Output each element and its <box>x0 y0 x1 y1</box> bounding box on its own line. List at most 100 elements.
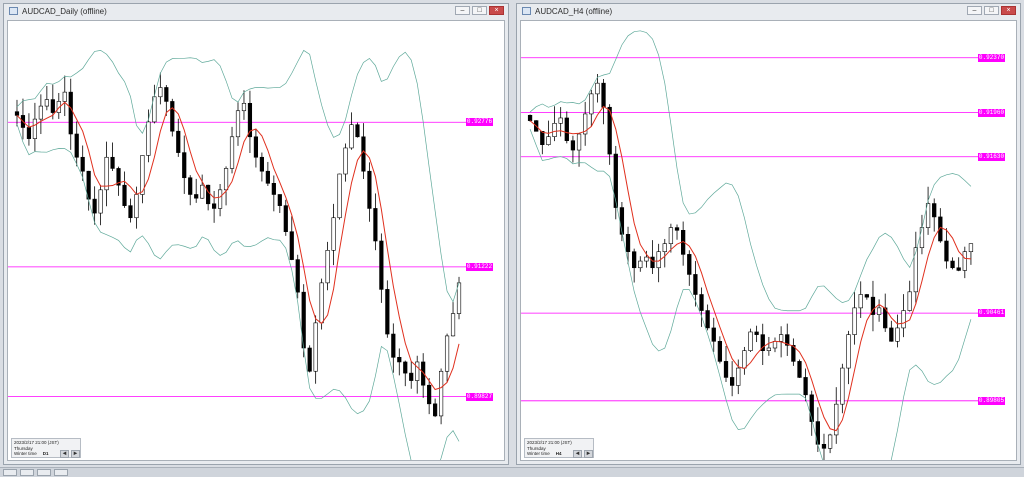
chart-window-h4[interactable]: AUDCAD_H4 (offline) – □ × 2023/2/17 21:0… <box>516 3 1021 465</box>
taskbar-window-icon[interactable] <box>37 469 51 476</box>
chart-window-icon <box>9 7 18 15</box>
mdi-taskbar <box>0 467 1024 477</box>
candle-body <box>564 117 569 141</box>
maximize-button[interactable]: □ <box>984 6 999 15</box>
next-arrow-icon[interactable]: ► <box>71 450 80 458</box>
price-level-label: 0.91960 <box>978 108 1005 117</box>
candle-body <box>355 124 360 138</box>
price-level-label: 0.92370 <box>978 53 1005 62</box>
candle-body <box>693 274 698 295</box>
candle-body <box>552 123 557 137</box>
candle-body <box>235 110 241 138</box>
next-arrow-icon[interactable]: ► <box>584 450 593 458</box>
chart-plot-area[interactable]: 2023/2/17 21:00 (JST) Thursday Winter ti… <box>520 20 1017 461</box>
lower-band-line <box>16 123 460 460</box>
candle-body <box>427 384 432 405</box>
candle-body <box>415 361 420 381</box>
candle-body <box>932 203 937 218</box>
candle-body <box>397 357 402 363</box>
window-title: AUDCAD_H4 (offline) <box>535 6 613 16</box>
candle-body <box>650 256 655 269</box>
prev-arrow-icon[interactable]: ◄ <box>573 450 582 458</box>
info-timeframe: H4 <box>555 451 562 456</box>
candle-body <box>337 173 342 219</box>
candle-body <box>391 333 396 358</box>
candle-body <box>613 153 618 208</box>
close-button[interactable]: × <box>489 6 504 15</box>
candle-body <box>265 170 270 184</box>
window-titlebar[interactable]: AUDCAD_Daily (offline) – □ × <box>4 4 508 18</box>
candle-body <box>668 227 674 244</box>
candle-body <box>104 156 109 191</box>
candle-body <box>128 205 133 219</box>
maximize-button[interactable]: □ <box>472 6 487 15</box>
candle-body <box>146 121 151 156</box>
candle-body <box>44 99 49 107</box>
window-titlebar[interactable]: AUDCAD_H4 (offline) – □ × <box>517 4 1020 18</box>
candle-body <box>343 147 348 175</box>
candle-body <box>778 334 784 342</box>
candle-body <box>331 217 336 251</box>
minimize-button[interactable]: – <box>455 6 470 15</box>
candle-body <box>259 156 264 172</box>
candle-body <box>319 282 324 324</box>
candle-body <box>644 256 649 262</box>
moving-average-line <box>529 105 971 432</box>
candle-body <box>241 102 247 112</box>
candle-body <box>32 118 37 139</box>
candle-body <box>212 203 217 209</box>
candle-body <box>723 361 729 378</box>
candle-body <box>26 127 32 139</box>
candle-body <box>134 194 139 219</box>
taskbar-window-icon[interactable] <box>20 469 34 476</box>
minimize-button[interactable]: – <box>967 6 982 15</box>
candle-body <box>595 82 600 95</box>
price-level-label: 0.91630 <box>978 152 1005 161</box>
candle-body <box>92 198 97 214</box>
candle-body <box>409 372 414 381</box>
candle-body <box>748 331 753 351</box>
candle-body <box>962 251 967 271</box>
candle-body <box>576 133 582 151</box>
candle-body <box>754 331 759 335</box>
candle-body <box>433 403 438 417</box>
chart-plot-area[interactable]: 2023/2/17 21:00 (JST) Thursday Winter ti… <box>7 20 505 461</box>
candle-body <box>821 443 827 449</box>
candle-body <box>74 133 79 158</box>
price-level-label: 0.90461 <box>978 309 1005 318</box>
candle-body <box>625 234 631 253</box>
candle-body <box>439 370 444 417</box>
candle-body <box>662 243 667 253</box>
candle-body <box>450 313 456 337</box>
candle-body <box>907 291 912 311</box>
candle-body <box>889 327 894 342</box>
info-time-mode: Winter time <box>14 451 37 456</box>
candle-body <box>367 170 372 209</box>
candle-body <box>164 87 169 102</box>
candle-body <box>674 227 680 231</box>
candle-body <box>717 341 723 362</box>
candlestick-chart[interactable] <box>521 21 1017 461</box>
candle-body <box>638 260 643 269</box>
candle-body <box>913 247 918 293</box>
candle-body <box>98 189 103 214</box>
candlestick-chart[interactable] <box>8 21 505 461</box>
candle-body <box>736 367 741 386</box>
candle-body <box>223 168 229 191</box>
candle-body <box>122 184 127 206</box>
taskbar-window-icon[interactable] <box>54 469 68 476</box>
candle-body <box>50 99 55 113</box>
candle-body <box>876 307 882 315</box>
price-level-label: 0.89827 <box>466 392 493 401</box>
candle-body <box>313 322 318 372</box>
close-button[interactable]: × <box>1001 6 1016 15</box>
prev-arrow-icon[interactable]: ◄ <box>60 450 69 458</box>
chart-window-daily[interactable]: AUDCAD_Daily (offline) – □ × 2023/2/17 2… <box>3 3 509 465</box>
candle-body <box>803 377 808 396</box>
candle-body <box>699 294 704 311</box>
taskbar-window-icon[interactable] <box>3 469 17 476</box>
candle-body <box>271 183 276 195</box>
candle-body <box>601 82 606 108</box>
candle-body <box>589 93 594 115</box>
candle-body <box>253 136 259 158</box>
